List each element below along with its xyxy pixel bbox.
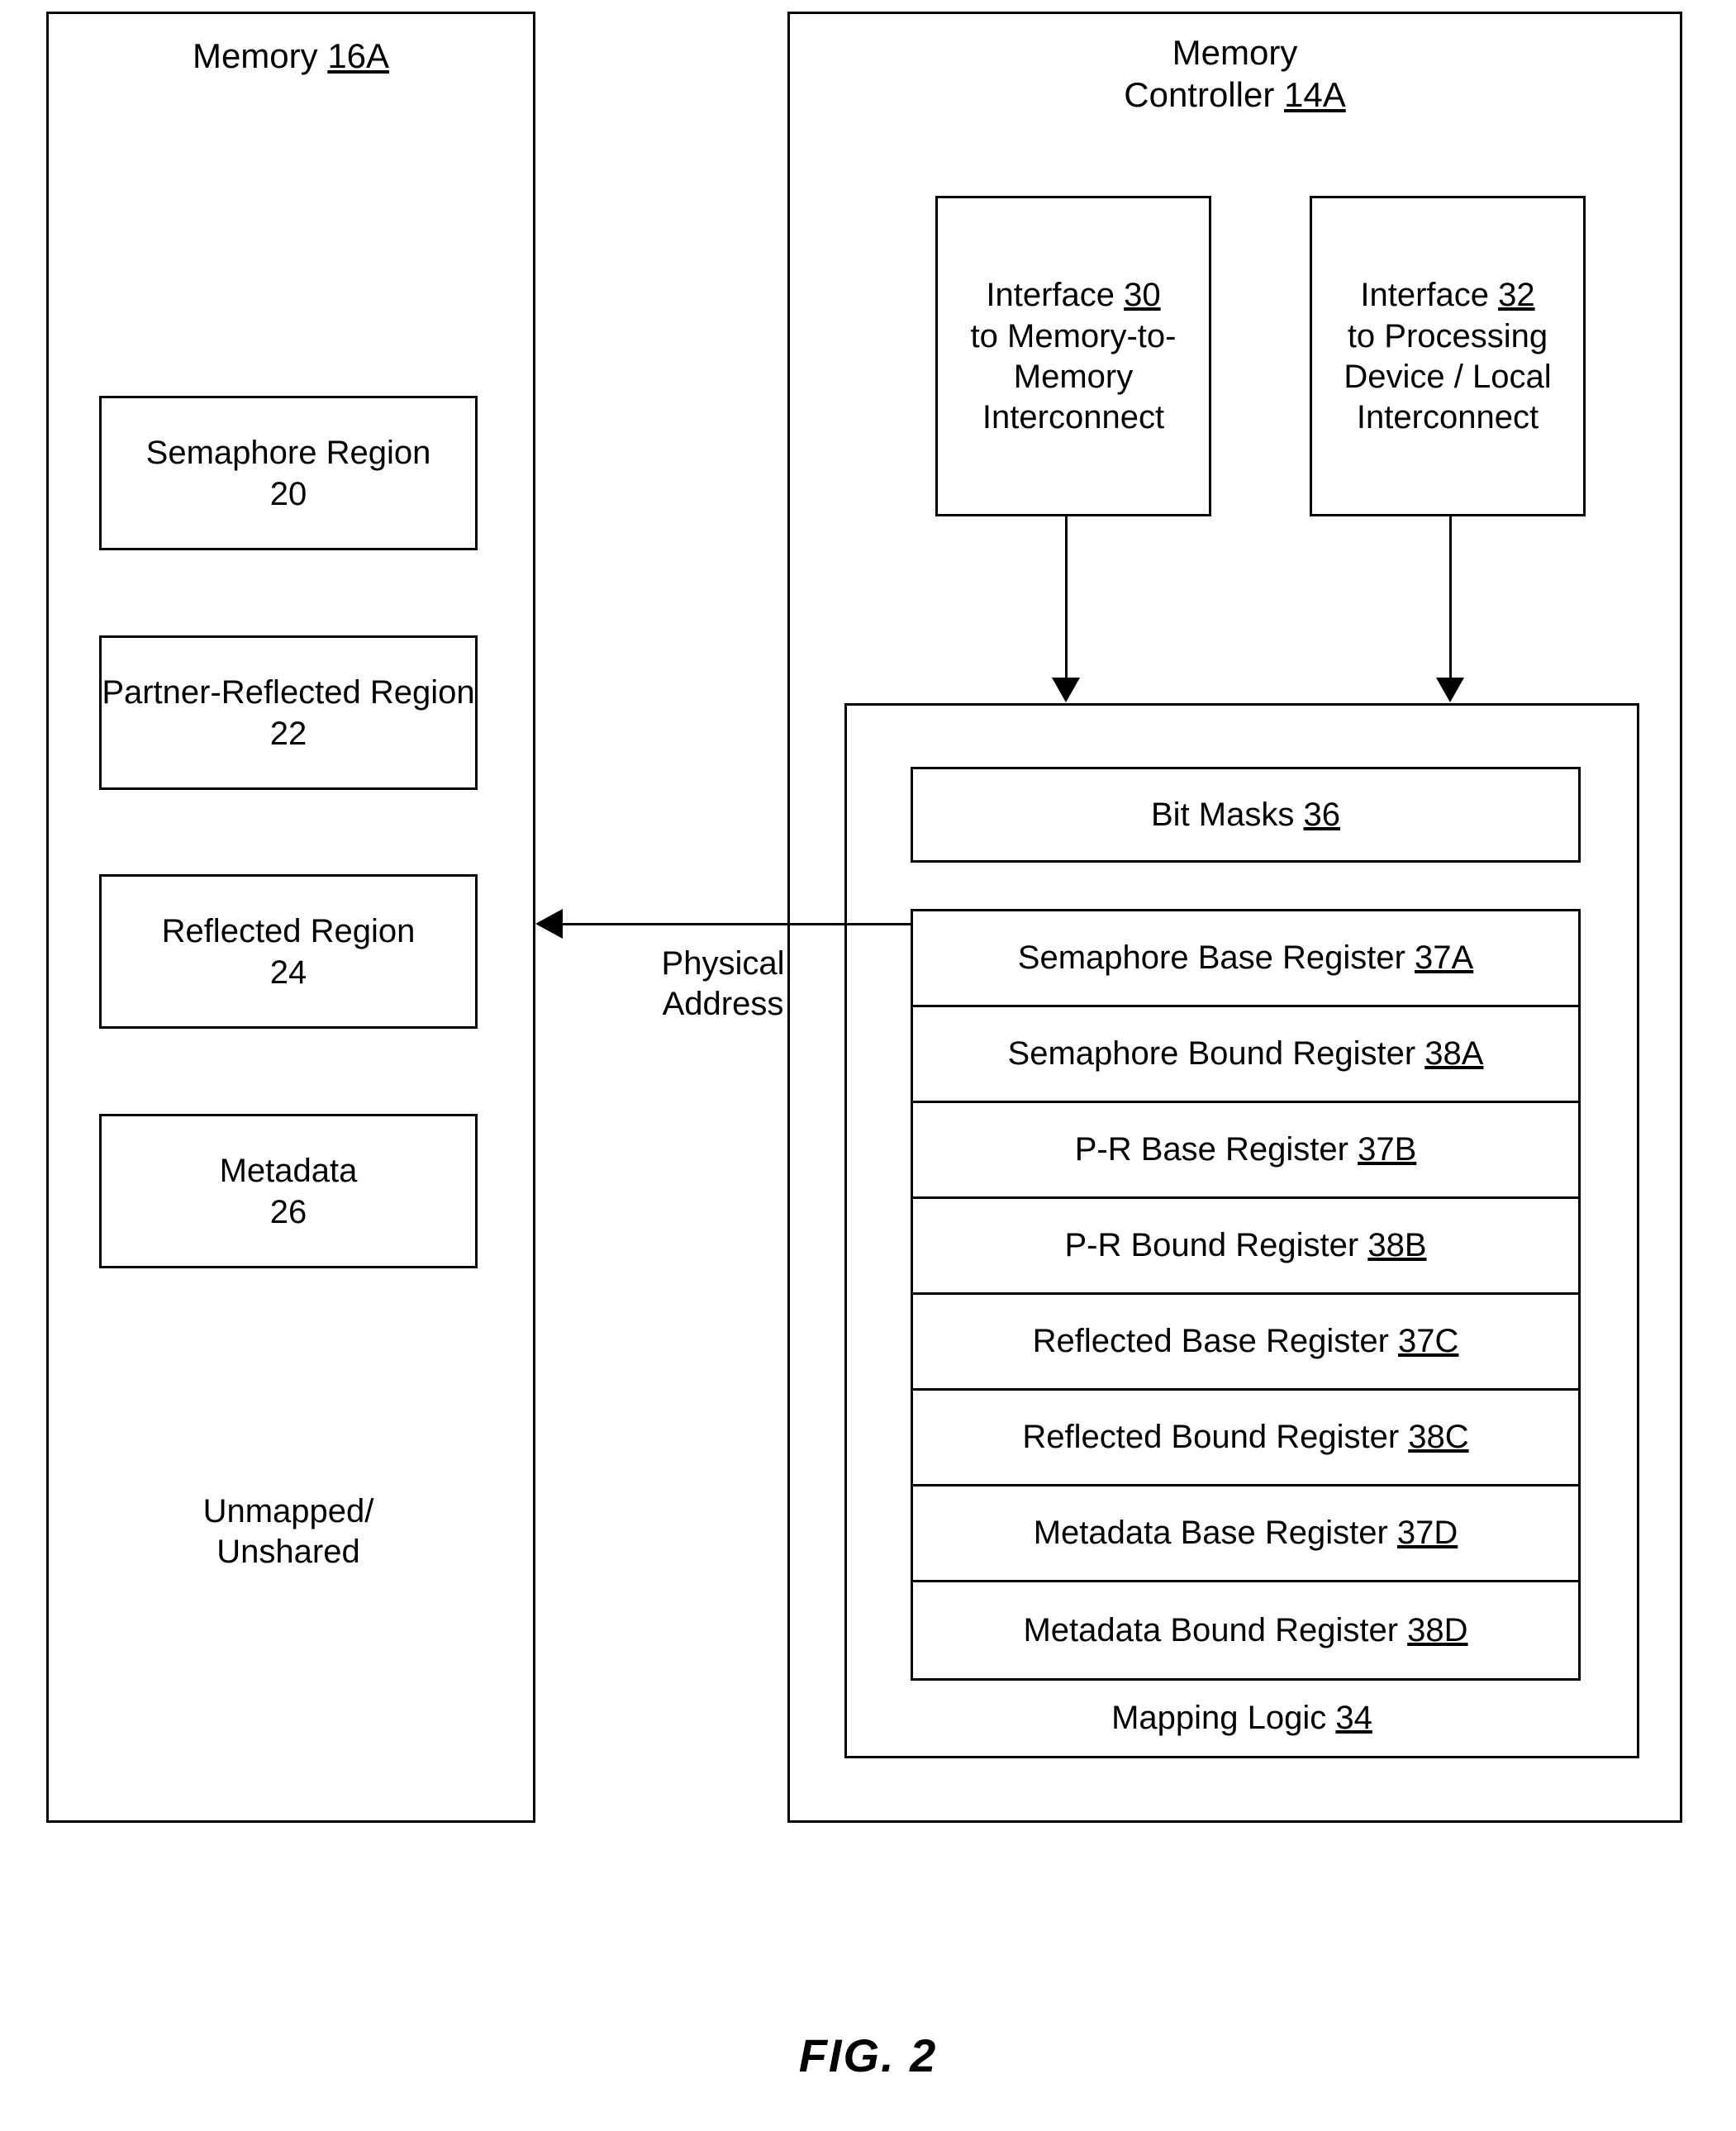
register-7-ref: 38D <box>1407 1611 1468 1648</box>
register-stack: Semaphore Base Register 37A Semaphore Bo… <box>911 909 1581 1681</box>
partner-reflected-region-name: Partner-Reflected Region <box>102 673 475 711</box>
memory-controller-title: Memory Controller 14A <box>787 31 1682 116</box>
interface-32-connector-line <box>1449 516 1452 680</box>
memory-controller-title-line1: Memory <box>1172 33 1298 72</box>
memory-title-text: Memory <box>192 36 328 75</box>
register-2-name: P-R Base Register <box>1074 1131 1358 1168</box>
semaphore-region-box: Semaphore Region 20 <box>99 396 478 550</box>
patent-figure-2: Memory 16A Semaphore Region 20 Partner-R… <box>0 0 1736 2131</box>
partner-reflected-region-box: Partner-Reflected Region 22 <box>99 635 478 790</box>
register-row: Semaphore Bound Register 38A <box>913 1007 1578 1103</box>
physical-address-arrow-icon <box>535 909 563 939</box>
mapping-logic-label: Mapping Logic 34 <box>844 1698 1639 1739</box>
interface-30-box: Interface 30 to Memory-to- Memory Interc… <box>935 196 1211 516</box>
register-row: Metadata Bound Register 38D <box>913 1582 1578 1678</box>
semaphore-region-name: Semaphore Region <box>145 434 431 471</box>
mapping-logic-label-ref: 34 <box>1335 1700 1372 1736</box>
memory-controller-title-ref: 14A <box>1284 75 1346 115</box>
interface-32-head-text: Interface <box>1360 277 1499 314</box>
register-row: Reflected Base Register 37C <box>913 1295 1578 1391</box>
register-3-name: P-R Bound Register <box>1064 1227 1368 1263</box>
interface-30-connector-line <box>1065 516 1068 680</box>
bit-masks-text: Bit Masks <box>1151 796 1304 833</box>
partner-reflected-region-ref: 22 <box>269 715 307 752</box>
reflected-region-box: Reflected Region 24 <box>99 874 478 1029</box>
memory-title-ref: 16A <box>327 36 390 75</box>
register-row: P-R Bound Register 38B <box>913 1199 1578 1295</box>
interface-32-head-ref: 32 <box>1498 277 1535 314</box>
interface-30-body: to Memory-to- Memory Interconnect <box>970 318 1177 435</box>
interface-32-box: Interface 32 to Processing Device / Loca… <box>1310 196 1586 516</box>
register-6-ref: 37D <box>1396 1515 1458 1551</box>
interface-32-body: to Processing Device / Local Interconnec… <box>1344 318 1552 435</box>
reflected-region-name: Reflected Region <box>161 912 416 949</box>
register-row: Metadata Base Register 37D <box>913 1486 1578 1582</box>
metadata-region-name: Metadata <box>219 1152 358 1189</box>
register-0-ref: 37A <box>1415 939 1474 976</box>
metadata-region-box: Metadata 26 <box>99 1114 478 1268</box>
physical-address-connector-line <box>560 923 911 925</box>
register-5-ref: 38C <box>1408 1419 1469 1455</box>
physical-address-label: Physical Address <box>661 945 785 1022</box>
memory-title: Memory 16A <box>46 35 535 77</box>
register-7-name: Metadata Bound Register <box>1023 1611 1408 1648</box>
register-1-name: Semaphore Bound Register <box>1007 1035 1425 1072</box>
figure-caption: FIG. 2 <box>798 2029 938 2081</box>
register-5-name: Reflected Bound Register <box>1022 1419 1409 1455</box>
register-6-name: Metadata Base Register <box>1033 1515 1397 1551</box>
memory-controller-title-line2-text: Controller <box>1124 75 1284 115</box>
reflected-region-ref: 24 <box>269 954 307 991</box>
interface-30-arrow-icon <box>1052 678 1080 702</box>
interface-32-arrow-icon <box>1436 678 1464 702</box>
register-4-ref: 37C <box>1398 1323 1459 1359</box>
register-1-ref: 38A <box>1424 1035 1484 1072</box>
unmapped-unshared-label: Unmapped/ Unshared <box>202 1493 374 1570</box>
register-row: P-R Base Register 37B <box>913 1103 1578 1199</box>
register-2-ref: 37B <box>1358 1131 1417 1168</box>
interface-30-head-text: Interface <box>986 277 1125 314</box>
register-row: Reflected Bound Register 38C <box>913 1391 1578 1486</box>
bit-masks-box: Bit Masks 36 <box>911 767 1581 863</box>
register-0-name: Semaphore Base Register <box>1017 939 1415 976</box>
register-3-ref: 38B <box>1367 1227 1427 1263</box>
semaphore-region-ref: 20 <box>269 475 307 512</box>
interface-30-head-ref: 30 <box>1124 277 1161 314</box>
register-4-name: Reflected Base Register <box>1032 1323 1399 1359</box>
register-row: Semaphore Base Register 37A <box>913 911 1578 1007</box>
mapping-logic-label-text: Mapping Logic <box>1111 1700 1336 1736</box>
bit-masks-ref: 36 <box>1303 796 1340 833</box>
metadata-region-ref: 26 <box>269 1193 307 1230</box>
